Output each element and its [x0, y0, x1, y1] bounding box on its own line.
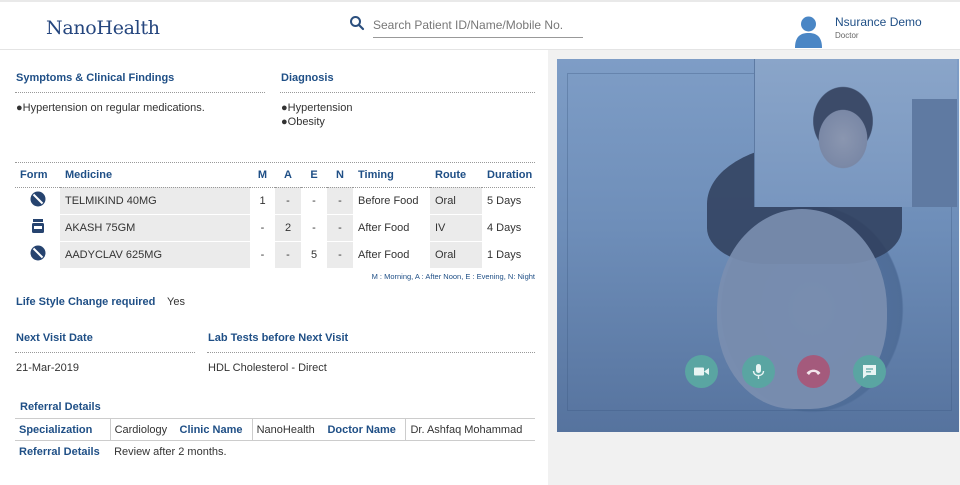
route: IV: [430, 214, 482, 242]
user-avatar-icon[interactable]: [795, 15, 822, 48]
col-evening: E: [301, 163, 327, 188]
no-entry-icon: [30, 191, 45, 207]
duration: 1 Days: [482, 241, 535, 269]
top-bar: NanoHealth Nsurance Demo Doctor: [0, 0, 960, 50]
duration: 5 Days: [482, 187, 535, 215]
referral-row: Specialization Cardiology Clinic Name Na…: [15, 418, 535, 441]
patient-search-input[interactable]: [373, 12, 583, 38]
search-icon[interactable]: [349, 15, 365, 31]
no-entry-icon: [30, 245, 45, 261]
timing: After Food: [353, 241, 430, 269]
dose-afternoon: -: [275, 241, 301, 269]
camera-toggle-button[interactable]: [685, 355, 718, 388]
form-cell: [15, 241, 60, 269]
self-video-preview[interactable]: [754, 59, 957, 207]
dose-morning: -: [250, 241, 275, 269]
symptom-item: ●Hypertension on regular medications.: [16, 102, 205, 114]
divider: [15, 92, 265, 93]
clinic-label: Clinic Name: [175, 418, 253, 441]
diagnosis-title: Diagnosis: [281, 72, 334, 84]
dose-evening: -: [301, 187, 327, 215]
dose-afternoon: -: [275, 187, 301, 215]
lab-test-item: HDL Cholesterol - Direct: [208, 362, 327, 374]
dose-afternoon: 2: [275, 214, 301, 242]
lifestyle-value: Yes: [167, 296, 185, 308]
chat-icon: [863, 365, 876, 379]
timing: Before Food: [353, 187, 430, 215]
table-row[interactable]: AKASH 75GM - 2 - - After Food IV 4 Days: [15, 214, 535, 242]
lifestyle-label: Life Style Change required: [16, 296, 156, 308]
timing: After Food: [353, 214, 430, 242]
dose-evening: -: [301, 214, 327, 242]
next-visit-label: Next Visit Date: [16, 332, 93, 344]
mic-toggle-button[interactable]: [742, 355, 775, 388]
lab-tests-label: Lab Tests before Next Visit: [208, 332, 349, 344]
specialization-label: Specialization: [15, 418, 111, 441]
divider: [280, 92, 535, 93]
divider: [207, 352, 535, 353]
user-name[interactable]: Nsurance Demo: [835, 15, 922, 29]
injection-vial-icon: [31, 219, 44, 233]
col-night: N: [327, 163, 353, 188]
form-cell: [15, 187, 60, 215]
col-form: Form: [15, 163, 60, 188]
table-header-row: Form Medicine M A E N Timing Route Durat…: [15, 163, 535, 188]
col-duration: Duration: [482, 163, 535, 188]
end-call-button[interactable]: [797, 355, 830, 388]
medicine-name: AADYCLAV 625MG: [60, 241, 250, 269]
camera-icon: [694, 367, 709, 376]
dose-night: -: [327, 214, 353, 242]
medicine-table: Form Medicine M A E N Timing Route Durat…: [15, 163, 535, 269]
doctor-value: Dr. Ashfaq Mohammad: [405, 418, 535, 441]
prescription-panel: Symptoms & Clinical Findings Diagnosis ●…: [0, 50, 548, 485]
diagnosis-item: ●Hypertension: [281, 102, 353, 114]
referral-title: Referral Details: [20, 401, 101, 413]
route: Oral: [430, 241, 482, 269]
route: Oral: [430, 187, 482, 215]
video-call-panel[interactable]: [557, 59, 959, 432]
self-video-feed: [912, 99, 957, 207]
table-row[interactable]: TELMIKIND 40MG 1 - - - Before Food Oral …: [15, 187, 535, 215]
medicine-name: AKASH 75GM: [60, 214, 250, 242]
referral-details-label: Referral Details: [19, 445, 100, 458]
symptoms-title: Symptoms & Clinical Findings: [16, 72, 175, 84]
col-afternoon: A: [275, 163, 301, 188]
doctor-label: Doctor Name: [323, 418, 407, 441]
col-timing: Timing: [353, 163, 430, 188]
next-visit-date: 21-Mar-2019: [16, 362, 79, 374]
dose-night: -: [327, 241, 353, 269]
dose-morning: 1: [250, 187, 275, 215]
dose-night: -: [327, 187, 353, 215]
referral-row: Referral Details Review after 2 months.: [15, 441, 535, 463]
col-route: Route: [430, 163, 482, 188]
divider: [15, 352, 195, 353]
dose-evening: 5: [301, 241, 327, 269]
table-row[interactable]: AADYCLAV 625MG - - 5 - After Food Oral 1…: [15, 241, 535, 269]
end-call-icon: [806, 369, 821, 375]
duration: 4 Days: [482, 214, 535, 242]
diagnosis-item: ●Obesity: [281, 116, 325, 128]
col-medicine: Medicine: [60, 163, 250, 188]
col-morning: M: [250, 163, 275, 188]
chat-button[interactable]: [853, 355, 886, 388]
form-cell: [15, 214, 60, 242]
microphone-icon: [752, 364, 765, 379]
medicine-name: TELMIKIND 40MG: [60, 187, 250, 215]
referral-details-value: Review after 2 months.: [114, 445, 227, 458]
referral-table: Specialization Cardiology Clinic Name Na…: [15, 418, 535, 463]
dose-morning: -: [250, 214, 275, 242]
clinic-value: NanoHealth: [252, 418, 324, 441]
user-role: Doctor: [835, 31, 859, 40]
dose-legend: M : Morning, A : After Noon, E : Evening…: [371, 272, 535, 281]
specialization-value: Cardiology: [110, 418, 176, 441]
app-logo[interactable]: NanoHealth: [46, 17, 160, 39]
